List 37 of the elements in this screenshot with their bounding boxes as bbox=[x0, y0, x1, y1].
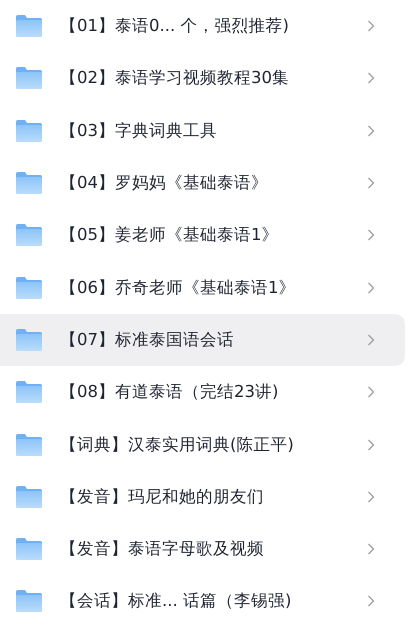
folder-icon bbox=[16, 486, 42, 508]
folder-row[interactable]: 【07】标准泰国语会话 bbox=[0, 314, 405, 366]
folder-icon bbox=[16, 434, 42, 456]
folder-icon bbox=[16, 120, 42, 142]
folder-icon bbox=[16, 381, 42, 404]
chevron-right-icon bbox=[367, 438, 375, 451]
chevron-right-icon bbox=[367, 124, 375, 137]
folder-name: 【词典】汉泰实用词典(陈正平) bbox=[60, 434, 295, 456]
folder-icon bbox=[16, 590, 42, 612]
folder-name: 【04】罗妈妈《基础泰语》 bbox=[60, 172, 269, 194]
folder-name: 【会话】标准... 话篇（李锡强) bbox=[60, 590, 292, 612]
folder-icon bbox=[16, 172, 42, 194]
folder-icon bbox=[16, 538, 42, 560]
folder-name: 【08】有道泰语（完结23讲) bbox=[60, 381, 280, 404]
folder-name: 【发音】泰语字母歌及视频 bbox=[60, 538, 265, 560]
chevron-right-icon bbox=[367, 282, 375, 294]
folder-name: 【02】泰语学习视频教程30集 bbox=[60, 67, 290, 90]
folder-name: 【05】姜老师《基础泰语1》 bbox=[60, 224, 280, 246]
folder-icon bbox=[16, 276, 42, 299]
chevron-right-icon bbox=[367, 543, 375, 556]
folder-name: 【03】字典词典工具 bbox=[60, 120, 218, 142]
chevron-right-icon bbox=[367, 595, 375, 608]
folder-name: 【发音】玛尼和她的朋友们 bbox=[60, 486, 265, 508]
folder-icon bbox=[16, 328, 42, 351]
chevron-right-icon bbox=[367, 490, 375, 503]
chevron-right-icon bbox=[367, 20, 375, 32]
folder-name: 【06】乔奇老师《基础泰语1》 bbox=[60, 276, 296, 299]
chevron-right-icon bbox=[367, 177, 375, 190]
folder-icon bbox=[16, 15, 42, 38]
chevron-right-icon bbox=[367, 334, 375, 346]
folder-name: 【07】标准泰国语会话 bbox=[60, 328, 235, 351]
folder-icon bbox=[16, 224, 42, 246]
chevron-right-icon bbox=[367, 72, 375, 84]
folder-icon bbox=[16, 67, 42, 90]
chevron-right-icon bbox=[367, 229, 375, 242]
chevron-right-icon bbox=[367, 386, 375, 398]
folder-name: 【01】泰语0... 个，强烈推荐) bbox=[60, 15, 290, 38]
